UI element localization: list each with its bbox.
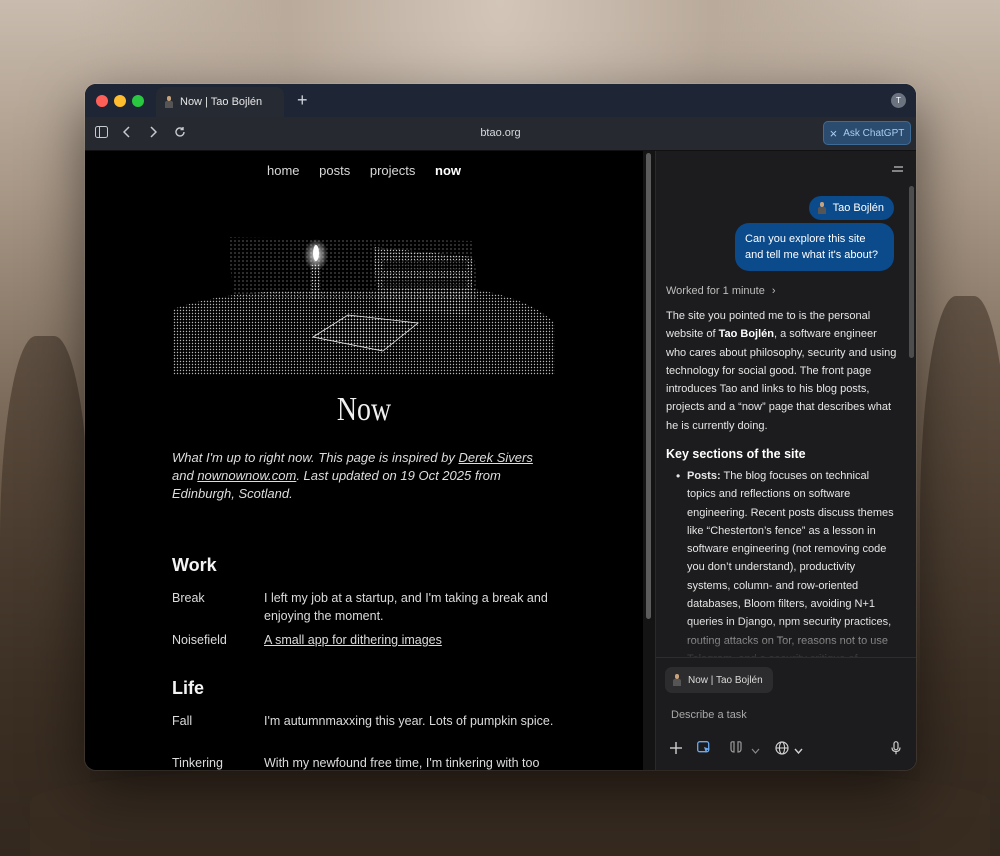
profile-avatar[interactable]: T: [891, 93, 906, 108]
section-heading-work: Work: [172, 555, 217, 575]
answer-text: , a software engineer who cares about ph…: [666, 328, 897, 432]
background-tree: [0, 336, 90, 856]
chevron-right-icon: ›: [771, 285, 776, 297]
chevron-down-icon[interactable]: [794, 741, 803, 757]
browser-content: home posts projects now Now What I'm up …: [85, 151, 916, 770]
nav-posts-link[interactable]: posts: [319, 163, 350, 178]
scroll-fade: [656, 621, 916, 661]
row-key: Tinkering: [172, 756, 223, 770]
browser-tab[interactable]: Now | Tao Bojlén: [156, 87, 284, 117]
page-title: Now: [336, 391, 392, 428]
section-heading-life: Life: [172, 678, 205, 698]
site-nav: home posts projects now: [85, 163, 643, 178]
minimize-window-button[interactable]: [114, 95, 126, 107]
ask-chatgpt-button[interactable]: × Ask ChatGPT: [823, 121, 911, 145]
key-sections-heading: Key sections of the site: [666, 447, 806, 461]
chatgpt-sidebar: Tao Bojlén Can you explore this site and…: [655, 151, 916, 770]
zoom-window-button[interactable]: [132, 95, 144, 107]
menu-icon[interactable]: [892, 163, 904, 177]
nav-now-link[interactable]: now: [435, 163, 461, 178]
row-value: With my newfound free time, I'm tinkerin…: [264, 756, 540, 770]
composer: Now | Tao Bojlén Describe a task: [656, 657, 916, 770]
table-row: Fall I'm autumnmaxxing this year. Lots o…: [172, 712, 556, 730]
web-page: home posts projects now Now What I'm up …: [85, 151, 643, 770]
bullet-label: Posts:: [687, 470, 721, 482]
worked-toggle[interactable]: Worked for 1 minute ›: [666, 285, 776, 297]
nav-projects-link[interactable]: projects: [370, 163, 416, 178]
browser-window: Now | Tao Bojlén + T btao.org × Ask Chat…: [85, 84, 916, 770]
background-forest: [30, 766, 990, 856]
user-chip: Tao Bojlén: [808, 196, 894, 220]
worked-label: Worked for 1 minute: [666, 285, 765, 297]
nav-home-link[interactable]: home: [267, 163, 300, 178]
plus-icon[interactable]: [670, 741, 682, 757]
background-tree: [920, 296, 1000, 856]
row-key: Fall: [172, 714, 193, 728]
table-row: Noisefield A small app for dithering ima…: [172, 631, 556, 649]
address-bar[interactable]: btao.org: [85, 127, 916, 139]
user-name: Tao Bojlén: [832, 202, 884, 214]
page-context-chip[interactable]: Now | Tao Bojlén: [665, 667, 773, 693]
page-favicon-icon: [672, 674, 682, 686]
noisefield-link[interactable]: A small app for dithering images: [264, 631, 556, 649]
derek-sivers-link[interactable]: Derek Sivers: [458, 450, 532, 465]
agent-mode-icon[interactable]: [697, 741, 711, 757]
row-value: I'm autumnmaxxing this year. Lots of pum…: [264, 714, 554, 728]
intro-paragraph: What I'm up to right now. This page is i…: [172, 449, 556, 503]
bullet-icon: •: [676, 469, 681, 483]
browser-toolbar: btao.org × Ask ChatGPT: [85, 117, 916, 151]
context-chip-label: Now | Tao Bojlén: [688, 674, 763, 686]
table-row: Break I left my job at a startup, and I'…: [172, 589, 556, 625]
row-value: I left my job at a startup, and I'm taki…: [264, 591, 548, 623]
user-avatar-icon: [817, 202, 827, 214]
row-key: Noisefield: [172, 633, 227, 647]
task-input[interactable]: Describe a task: [671, 709, 747, 721]
close-window-button[interactable]: [96, 95, 108, 107]
chat-scrollbar[interactable]: [909, 186, 914, 358]
microphone-icon[interactable]: [891, 741, 901, 758]
title-bar: Now | Tao Bojlén + T: [85, 84, 916, 117]
user-message: Can you explore this site and tell me wh…: [735, 223, 894, 271]
row-key: Break: [172, 591, 205, 605]
chevron-down-icon[interactable]: [751, 741, 760, 757]
globe-icon[interactable]: [775, 741, 789, 758]
new-tab-button[interactable]: +: [297, 90, 308, 110]
nownownow-link[interactable]: nownownow.com: [197, 468, 296, 483]
voice-mode-icon[interactable]: [729, 741, 743, 757]
answer-name: Tao Bojlén: [718, 328, 775, 341]
tab-title: Now | Tao Bojlén: [180, 96, 263, 108]
intro-text: What I'm up to right now. This page is i…: [172, 450, 459, 465]
assistant-answer: The site you pointed me to is the person…: [666, 307, 898, 435]
intro-text: and: [172, 468, 198, 483]
page-scrollbar-thumb[interactable]: [646, 153, 651, 619]
close-icon: ×: [829, 125, 838, 141]
dithered-candle-books-illustration: [173, 237, 555, 375]
table-row: Tinkering With my newfound free time, I'…: [172, 754, 556, 770]
ask-chatgpt-label: Ask ChatGPT: [843, 127, 905, 139]
page-scrollbar[interactable]: [643, 151, 655, 770]
tab-favicon-icon: [164, 96, 174, 108]
